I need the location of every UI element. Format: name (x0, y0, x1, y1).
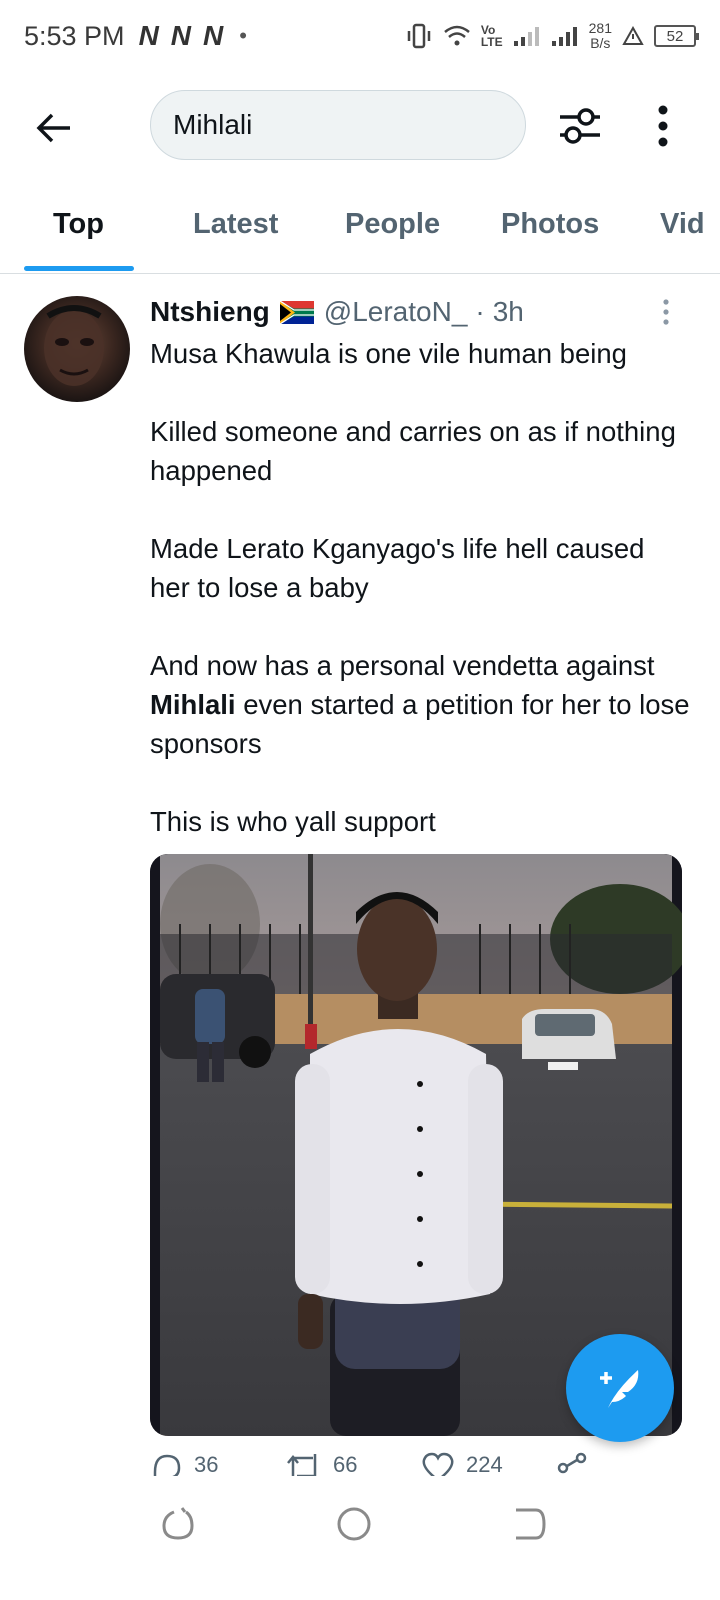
notification-n-icon: N (170, 20, 191, 51)
home-circle-icon (337, 1507, 371, 1541)
status-bar: 5:53 PM N N N • Vo LTE 281 B/s 52 (0, 0, 720, 72)
more-options-button[interactable] (646, 102, 680, 150)
tweet-paragraph: And now has a personal vendetta against … (150, 646, 690, 763)
retweet-button[interactable]: 66 (285, 1452, 420, 1476)
search-header: Mihlali (0, 88, 720, 164)
reply-button[interactable]: 36 (150, 1452, 285, 1476)
more-vertical-icon (663, 299, 669, 325)
display-name[interactable]: Ntshieng (150, 296, 270, 328)
tab-people[interactable]: People (345, 208, 440, 241)
network-speed: 281 B/s (589, 21, 612, 51)
tweet-time[interactable]: 3h (493, 296, 524, 328)
avatar[interactable] (24, 296, 130, 402)
separator-dot: · (475, 296, 485, 327)
notification-n-icon: N (138, 20, 159, 51)
status-time: 5:53 PM (24, 20, 125, 51)
signal-icon (513, 27, 539, 46)
tweet-paragraph: Killed someone and carries on as if noth… (150, 416, 676, 486)
like-count: 224 (466, 1452, 503, 1476)
avatar-face-image (44, 305, 104, 386)
retweet-count: 66 (333, 1452, 358, 1476)
text-segment: And now has a personal vendetta against (150, 650, 655, 681)
back-arrow-icon (36, 113, 70, 143)
search-highlight: Mihlali (150, 689, 236, 720)
volte-indicator: Vo LTE (481, 24, 503, 48)
status-indicators: Vo LTE 281 B/s 52 (405, 21, 699, 51)
tweet-text: Musa Khawula is one vile human being Kil… (150, 334, 690, 841)
back-nav-button[interactable] (508, 1504, 548, 1544)
reply-icon (153, 1454, 181, 1476)
tweet-paragraph: This is who yall support (150, 806, 436, 837)
share-icon (557, 1452, 587, 1474)
user-handle[interactable]: @LeratoN_ (324, 296, 468, 328)
tab-latest[interactable]: Latest (193, 208, 278, 241)
tweet-paragraph: Musa Khawula is one vile human being (150, 338, 627, 369)
like-button[interactable]: 224 (420, 1452, 555, 1476)
filter-sliders-icon (560, 108, 600, 144)
flag-south-africa-icon (279, 300, 314, 324)
recents-button[interactable] (156, 1504, 196, 1544)
tweet[interactable]: Ntshieng @LeratoN_ · 3h Musa Khawula is … (0, 276, 720, 1476)
volte-bottom: LTE (480, 35, 503, 49)
vibrate-icon (407, 23, 431, 49)
tweet-paragraph: Made Lerato Kganyago's life hell caused … (150, 533, 645, 603)
compose-feather-icon (600, 1370, 639, 1408)
notification-n-icon: N (203, 20, 223, 51)
tab-videos[interactable]: Vid (660, 208, 705, 241)
compose-tweet-button[interactable] (566, 1334, 674, 1442)
signal-icon (551, 27, 577, 46)
active-tab-indicator (24, 266, 134, 271)
like-icon (422, 1452, 454, 1476)
share-button[interactable] (555, 1452, 690, 1476)
speed-value: 281 (588, 20, 612, 36)
reply-count: 36 (194, 1452, 219, 1476)
home-button[interactable] (334, 1504, 374, 1544)
warning-icon (622, 26, 644, 45)
back-button[interactable] (30, 104, 78, 152)
tweet-more-button[interactable] (656, 298, 676, 328)
filter-button[interactable] (556, 102, 604, 150)
tweet-header: Ntshieng @LeratoN_ · 3h (150, 296, 524, 328)
system-nav-bar (0, 1476, 720, 1600)
recents-icon (162, 1507, 194, 1540)
back-nav-icon (516, 1508, 546, 1540)
battery-icon: 52 (654, 25, 699, 47)
status-dot: • (239, 23, 247, 48)
search-input[interactable]: Mihlali (150, 90, 526, 160)
wifi-icon (444, 25, 470, 46)
speed-unit: B/s (590, 35, 611, 51)
tweet-actions: 36 66 224 (150, 1452, 690, 1476)
retweet-icon (287, 1454, 317, 1476)
tab-top[interactable]: Top (53, 208, 104, 241)
search-tabs: Top Latest People Photos Vid (0, 196, 720, 274)
tab-photos[interactable]: Photos (501, 208, 599, 241)
more-vertical-icon (658, 105, 668, 147)
